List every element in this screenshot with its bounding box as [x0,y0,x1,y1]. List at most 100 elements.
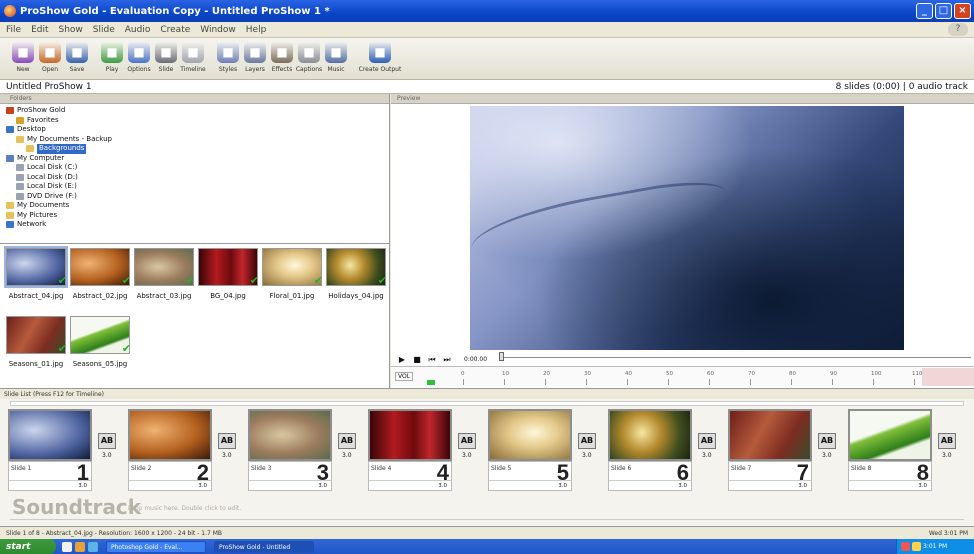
tree-item[interactable]: Network [6,220,383,230]
timeline-button[interactable]: ■ Timeline [180,38,206,73]
slide-thumbnail[interactable] [608,409,692,461]
file-thumbnail[interactable]: ✔ [6,316,67,355]
desktop-icon[interactable] [88,541,98,552]
slide-duration[interactable]: 3.0 [9,480,91,490]
tree-item[interactable]: My Documents [6,201,383,211]
captions-button[interactable]: ■ Captions [296,38,322,73]
effects-button[interactable]: ■ Effects [269,38,295,73]
transition-icon[interactable]: AB [458,433,476,449]
task-button-2[interactable]: ProShow Gold - Untitled [214,540,314,553]
slide-thumbnail[interactable] [488,409,572,461]
styles-button[interactable]: ■ Styles [215,38,241,73]
menu-show[interactable]: Show [59,25,83,35]
file-item[interactable]: ✔ Abstract_04.jpg [4,246,68,316]
transition-duration[interactable]: 3.0 [462,452,472,459]
menu-audio[interactable]: Audio [125,25,151,35]
tree-item[interactable]: Desktop [6,125,383,135]
transition-icon[interactable]: AB [938,433,956,449]
slide-name[interactable]: Slide 8 [851,465,871,472]
layers-button[interactable]: ■ Layers [242,38,268,73]
task-button-1[interactable]: Photoshop Gold - Eval... [106,540,206,553]
slide-thumbnail[interactable] [728,409,812,461]
slide-thumbnail[interactable] [128,409,212,461]
file-thumbnail[interactable]: ✔ [70,248,131,287]
file-item[interactable]: ✔ Seasons_01.jpg [4,316,68,384]
file-item[interactable]: ✔ Seasons_05.jpg [68,316,132,384]
slide-1[interactable]: Slide 1 1 3.0 AB 3.0 [0,409,118,493]
soundtrack-track[interactable] [10,519,964,520]
options-button[interactable]: ■ Options [126,38,152,73]
music-button[interactable]: ■ Music [323,38,349,73]
slide-button[interactable]: ■ Slide [153,38,179,73]
next-icon[interactable]: ⏭ [441,354,453,365]
slide-4[interactable]: Slide 4 4 3.0 AB 3.0 [360,409,478,493]
file-thumbnail[interactable]: ✔ [70,316,131,355]
previous-icon[interactable]: ⏮ [426,354,438,365]
tree-item[interactable]: My Pictures [6,211,383,221]
tray-icon-security[interactable] [901,542,910,551]
transition-duration[interactable]: 3.0 [222,452,232,459]
play-icon[interactable]: ▶ [396,354,408,365]
ie-icon[interactable] [62,541,72,552]
slide-thumbnail[interactable] [368,409,452,461]
minimize-button[interactable]: _ [916,3,933,19]
menu-file[interactable]: File [6,25,21,35]
file-item[interactable]: ✔ Floral_01.jpg [260,248,324,316]
tree-item[interactable]: My Documents - Backup [6,135,383,145]
transition-icon[interactable]: AB [98,433,116,449]
folder-icon[interactable] [75,541,85,552]
slide-thumbnail[interactable] [848,409,932,461]
volume-level[interactable] [427,380,435,385]
menu-slide[interactable]: Slide [93,25,115,35]
slide-duration[interactable]: 3.0 [849,480,931,490]
slide-list-scroll[interactable] [10,401,964,406]
transition-duration[interactable]: 3.0 [582,452,592,459]
tree-item[interactable]: Local Disk (E:) [6,182,383,192]
transition-icon[interactable]: AB [338,433,356,449]
transition-icon[interactable]: AB [698,433,716,449]
file-item[interactable]: ✔ Holidays_04.jpg [324,248,388,316]
menu-help[interactable]: Help [246,25,267,35]
tree-item[interactable]: Local Disk (C:) [6,163,383,173]
slide-duration[interactable]: 3.0 [609,480,691,490]
transition-duration[interactable]: 3.0 [342,452,352,459]
menu-edit[interactable]: Edit [31,25,48,35]
tree-item[interactable]: ProShow Gold [6,106,383,116]
file-item[interactable]: ✔ Abstract_02.jpg [68,248,132,316]
slide-duration[interactable]: 3.0 [369,480,451,490]
file-thumbnail[interactable]: ✔ [134,248,195,287]
folders-tab[interactable]: Folders [0,94,389,104]
maximize-button[interactable]: □ [935,3,952,19]
file-thumbnail[interactable]: ✔ [326,248,387,287]
slide-2[interactable]: Slide 2 2 3.0 AB 3.0 [120,409,238,493]
slide-duration[interactable]: 3.0 [729,480,811,490]
slide-7[interactable]: Slide 7 7 3.0 AB 3.0 [720,409,838,493]
slide-name[interactable]: Slide 2 [131,465,151,472]
slide-name[interactable]: Slide 4 [371,465,391,472]
file-item[interactable]: ✔ Abstract_03.jpg [132,248,196,316]
tree-item[interactable]: My Computer [6,154,383,164]
transition-duration[interactable]: 3.0 [822,452,832,459]
slide-duration[interactable]: 3.0 [129,480,211,490]
slide-name[interactable]: Slide 5 [491,465,511,472]
tree-item[interactable]: Local Disk (D:) [6,173,383,183]
slide-duration[interactable]: 3.0 [489,480,571,490]
slide-thumbnail[interactable] [248,409,332,461]
slide-thumbnail[interactable] [8,409,92,461]
close-button[interactable]: × [954,3,971,19]
slide-name[interactable]: Slide 6 [611,465,631,472]
slide-3[interactable]: Slide 3 3 3.0 AB 3.0 [240,409,358,493]
slide-6[interactable]: Slide 6 6 3.0 AB 3.0 [600,409,718,493]
menu-create[interactable]: Create [160,25,190,35]
tray-icon-volume[interactable] [912,542,921,551]
play-button[interactable]: ■ Play [99,38,125,73]
transition-duration[interactable]: 3.0 [942,452,952,459]
file-thumbnail[interactable]: ✔ [262,248,323,287]
slide-name[interactable]: Slide 7 [731,465,751,472]
file-thumbnail[interactable]: ✔ [4,246,68,288]
save-button[interactable]: ■ Save [64,38,90,73]
menu-window[interactable]: Window [200,25,236,35]
transition-icon[interactable]: AB [818,433,836,449]
slide-8[interactable]: Slide 8 8 3.0 AB 3.0 [840,409,958,493]
preview-tab[interactable]: Preview [391,94,974,104]
